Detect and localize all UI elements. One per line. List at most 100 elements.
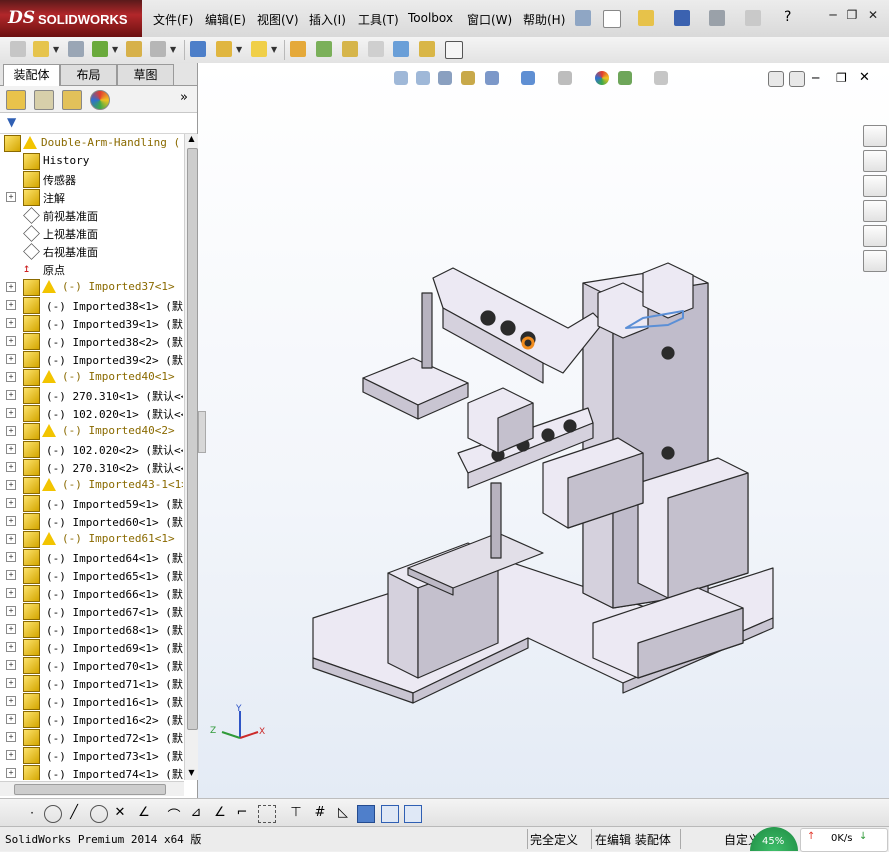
expand-panel-icon[interactable]: » [180, 90, 188, 105]
offset-entities-icon[interactable]: ∠ [212, 805, 228, 821]
filter-icon[interactable]: ▼ [7, 115, 16, 129]
graphics-area[interactable]: ─ ❐ ✕ Y X Z [198, 63, 889, 798]
tree-item[interactable]: + (-) Imported43-1<1> [0, 476, 183, 494]
expand-toggle-icon[interactable]: + [6, 426, 16, 436]
expand-toggle-icon[interactable]: + [6, 408, 16, 418]
expand-toggle-icon[interactable]: + [6, 768, 16, 778]
assembly-features-icon[interactable] [216, 41, 232, 57]
new-motion-study-icon[interactable] [290, 41, 306, 57]
tree-item[interactable]: + (-) Imported39<1> (默认 [0, 314, 183, 332]
tree-item[interactable]: + (-) Imported66<1> (默认 [0, 584, 183, 602]
tree-item[interactable]: + (-) Imported71<1> (默认 [0, 674, 183, 692]
menu-edit[interactable]: 编辑(E) [205, 11, 246, 28]
expand-toggle-icon[interactable]: + [6, 300, 16, 310]
tree-item[interactable]: + (-) Imported69<1> (默认 [0, 638, 183, 656]
print-icon[interactable] [709, 10, 725, 26]
expand-toggle-icon[interactable]: + [6, 570, 16, 580]
tree-root-assembly[interactable]: +Double-Arm-Handling ( [0, 134, 183, 152]
grid-icon[interactable]: # [312, 805, 328, 821]
line-icon[interactable]: ╱ [66, 805, 82, 821]
tree-item[interactable]: + 注解 [0, 188, 183, 206]
mate-icon[interactable] [68, 41, 84, 57]
tree-item[interactable]: 传感器 [0, 170, 183, 188]
expand-toggle-icon[interactable]: + [6, 606, 16, 616]
centerline-icon[interactable]: ∠ [136, 805, 152, 821]
tree-item[interactable]: + (-) 102.020<1> (默认<< [0, 404, 183, 422]
expand-toggle-icon[interactable]: + [6, 390, 16, 400]
tree-item[interactable]: + (-) Imported68<1> (默认 [0, 620, 183, 638]
explode-line-sketch-icon[interactable] [368, 41, 384, 57]
window-icon[interactable] [381, 805, 399, 823]
point-icon[interactable]: · [24, 805, 40, 821]
menu-tools[interactable]: 工具(T) [358, 11, 399, 28]
tree-item[interactable]: + (-) Imported72<1> (默认 [0, 728, 183, 746]
menu-toolbox[interactable]: Toolbox [408, 11, 453, 25]
instant3d-icon[interactable] [419, 41, 435, 57]
large-assembly-icon[interactable] [445, 41, 463, 59]
tree-item[interactable]: + (-) Imported16<2> (默认 [0, 710, 183, 728]
menu-help[interactable]: 帮助(H) [523, 11, 565, 28]
save-icon[interactable] [674, 10, 690, 26]
tree-item[interactable]: + (-) Imported39<2> (默认 [0, 350, 183, 368]
chevron-down-icon[interactable]: ▼ [236, 45, 242, 54]
tree-item[interactable]: + (-) Imported40<1> ( [0, 368, 183, 386]
expand-toggle-icon[interactable]: + [6, 372, 16, 382]
sketch-fillet-icon[interactable]: ⌒ [166, 805, 182, 824]
new-document-icon[interactable] [603, 10, 621, 28]
display-manager-icon[interactable] [90, 90, 110, 110]
smart-fasteners-icon[interactable] [126, 41, 142, 57]
sketch-rectangle-icon[interactable] [258, 805, 276, 823]
expand-toggle-icon[interactable]: + [6, 678, 16, 688]
tree-item[interactable]: + (-) 270.310<1> (默认<< [0, 386, 183, 404]
tab-layout[interactable]: 布局 [60, 64, 117, 85]
tree-horizontal-scrollbar[interactable] [0, 781, 184, 796]
tree-item[interactable]: 上视基准面 [0, 224, 183, 242]
tree-item[interactable]: + (-) Imported74<1> (默认 [0, 764, 183, 780]
tree-item[interactable]: + (-) Imported38<2> (默认 [0, 332, 183, 350]
expand-toggle-icon[interactable]: + [6, 696, 16, 706]
help-icon[interactable]: ? [784, 9, 791, 25]
open-folder-icon[interactable] [638, 10, 654, 26]
configuration-manager-icon[interactable] [62, 90, 82, 110]
expand-toggle-icon[interactable]: + [6, 534, 16, 544]
feature-manager-icon[interactable] [6, 90, 26, 110]
assembly-model[interactable] [198, 63, 889, 798]
expand-toggle-icon[interactable]: + [6, 588, 16, 598]
expand-toggle-icon[interactable]: + [6, 750, 16, 760]
expand-toggle-icon[interactable]: + [6, 624, 16, 634]
expand-toggle-icon[interactable]: + [6, 552, 16, 562]
tree-item[interactable]: + (-) Imported59<1> (默认 [0, 494, 183, 512]
shaded-display-icon[interactable] [357, 805, 375, 823]
pin-icon[interactable] [575, 10, 591, 26]
expand-toggle-icon[interactable]: + [6, 444, 16, 454]
expand-toggle-icon[interactable]: + [6, 516, 16, 526]
tree-item[interactable]: + (-) Imported37<1> ( [0, 278, 183, 296]
tree-item[interactable]: + (-) 270.310<2> (默认<< [0, 458, 183, 476]
chevron-down-icon[interactable]: ▼ [170, 45, 176, 54]
smart-dimension-icon[interactable]: ⊤ [288, 805, 304, 821]
bill-of-materials-icon[interactable] [316, 41, 332, 57]
solidworks-logo[interactable]: DS SOLIDWORKS [0, 0, 142, 37]
move-component-icon[interactable] [150, 41, 166, 57]
menu-view[interactable]: 视图(V) [257, 11, 299, 28]
expand-toggle-icon[interactable]: + [6, 714, 16, 724]
menu-insert[interactable]: 插入(I) [309, 11, 346, 28]
expand-toggle-icon[interactable]: + [6, 660, 16, 670]
expand-toggle-icon[interactable]: + [6, 462, 16, 472]
chevron-down-icon[interactable]: ▼ [271, 45, 277, 54]
tree-item[interactable]: History [0, 152, 183, 170]
circle-icon[interactable] [44, 805, 62, 823]
expand-toggle-icon[interactable]: + [6, 282, 16, 292]
exploded-view-icon[interactable] [342, 41, 358, 57]
expand-toggle-icon[interactable]: + [6, 336, 16, 346]
sketch-chamfer-icon[interactable]: ⊿ [188, 805, 204, 821]
linear-pattern-icon[interactable] [92, 41, 108, 57]
polygon-icon[interactable] [90, 805, 108, 823]
tree-item[interactable]: ↥ 原点 [0, 260, 183, 278]
expand-toggle-icon[interactable]: + [6, 192, 16, 202]
property-manager-icon[interactable] [34, 90, 54, 110]
scroll-thumb[interactable] [187, 148, 198, 730]
tree-item[interactable]: + (-) 102.020<2> (默认<< [0, 440, 183, 458]
tree-item[interactable]: + (-) Imported73<1> (默认 [0, 746, 183, 764]
tree-item[interactable]: + (-) Imported70<1> (默认 [0, 656, 183, 674]
